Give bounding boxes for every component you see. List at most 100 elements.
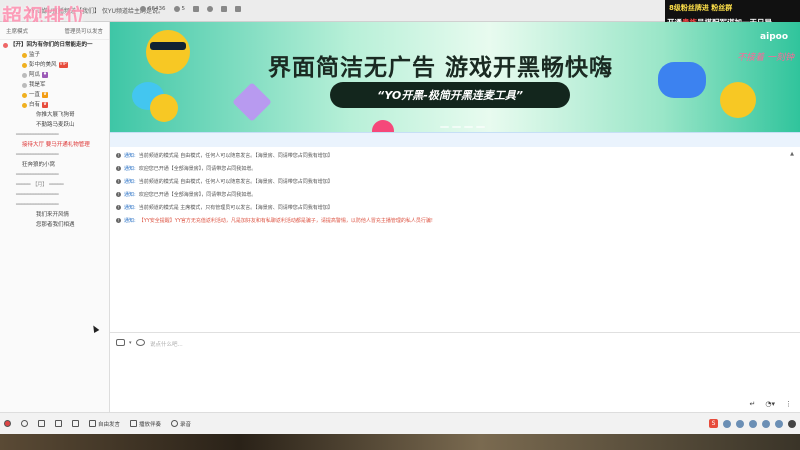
sub-channel-item[interactable]: 不勤路马麦跃山 <box>0 120 109 130</box>
notice-icon: ! <box>116 153 121 158</box>
chat-message: ! 通知: 【YY安全提醒】YY官方无充值返利活动，凡是加好友和有私聊返利活动都… <box>116 218 433 224</box>
tray-icon[interactable] <box>723 419 731 428</box>
record-button[interactable]: 录音 <box>171 420 191 428</box>
user-avatar-icon <box>22 72 27 78</box>
divider: ━━━━━━━━━━━━━━━ <box>16 172 59 178</box>
user-item[interactable]: 白有 ♛ <box>0 100 109 110</box>
composer-toolbar: ▾ <box>116 339 145 346</box>
scroll-arrow-icon[interactable]: ▲ <box>790 151 794 157</box>
bottom-toolbar: 自由发言 播放伴奏 录音 S <box>0 412 800 434</box>
tab-permission[interactable]: 管理员可以发言 <box>64 27 103 35</box>
notice-icon: ! <box>116 218 121 223</box>
volume-button[interactable] <box>55 420 62 427</box>
record-icon <box>171 420 179 427</box>
send-icon[interactable]: ↵ <box>750 400 756 408</box>
room-icon <box>3 42 8 48</box>
chat-bubble-icon[interactable]: ◔▾ <box>765 400 775 408</box>
headset-button[interactable] <box>21 420 28 427</box>
notice-icon: ! <box>116 179 121 184</box>
room-title[interactable]: 【开】回为有你们的日常能走的一 <box>0 40 109 50</box>
sub-channel-item[interactable]: 我们来开风情 <box>0 210 109 220</box>
sunglasses-shades-icon <box>150 42 186 50</box>
tray-icons: S <box>709 419 796 428</box>
sidebar-tabs: 主席模式 管理员可以发言 <box>0 22 109 40</box>
person-icon <box>173 6 180 12</box>
user-item[interactable]: 我是军 <box>0 80 109 90</box>
chat-panel: ▲ ! 通知: 当前频道的模式是 自由模式，任何人可以随意发言。【海景房、同请带… <box>110 132 800 332</box>
music-icon <box>130 420 138 427</box>
member-count: 5 <box>173 6 185 12</box>
sunglasses-emoji-icon <box>146 30 190 74</box>
sub-channel-item[interactable]: ━━━━━ 【月】 ━━━━━ <box>0 180 109 190</box>
user-item[interactable]: 阿瓜 ♦ <box>0 70 109 80</box>
play-accompaniment-button[interactable]: 播放伴奏 <box>130 420 161 428</box>
sub-channel-item[interactable]: 狂奔狼的小窝 <box>0 160 109 170</box>
user-item[interactable]: 一直 ♛ <box>0 90 109 100</box>
notice-icon: ! <box>116 166 121 171</box>
divider: ━━━━━━━━━━━━━━━ <box>16 132 59 138</box>
carousel-dot[interactable] <box>452 126 461 128</box>
tray-icon[interactable] <box>762 419 770 428</box>
avatar-icon <box>4 420 11 427</box>
chat-message: ! 通知: 当前频道的模式是 自由模式，任何人可以随意发言。【海景房、同请带您占… <box>116 179 333 185</box>
audio-settings-button[interactable] <box>72 420 79 427</box>
message-composer: ▾ 说点什么吧... ↵ ◔▾ ⋮ <box>110 332 800 412</box>
channel-sidebar: 主席模式 管理员可以发言 【开】回为有你们的日常能走的一 监子 彭中的美风 VIP… <box>0 22 110 412</box>
chat-message: ! 通知: 当前频道的模式是 自由模式，任何人可以随意发言。【海景房、同请带您占… <box>116 153 333 159</box>
carousel-dot[interactable] <box>464 126 473 128</box>
user-avatar-icon <box>22 102 27 108</box>
volume-icon <box>55 420 62 427</box>
tab-mode[interactable]: 主席模式 <box>6 27 28 35</box>
emoji-icon[interactable] <box>116 339 125 346</box>
input-method-icon[interactable]: S <box>709 419 718 428</box>
user-avatar-icon <box>22 62 27 68</box>
free-speak-button[interactable]: 自由发言 <box>89 420 120 428</box>
sub-channel-item[interactable]: 接待大厅 要马开通礼物管理 <box>0 140 109 150</box>
gear-icon <box>221 6 227 12</box>
message-input[interactable]: 说点什么吧... <box>150 340 183 348</box>
tray-icon[interactable] <box>749 419 757 428</box>
mic-button[interactable] <box>38 420 45 427</box>
background-scene <box>0 434 800 450</box>
banner-title: 界面简洁无广告 游戏开黑畅快嗨 <box>268 55 614 81</box>
sub-channel-item[interactable]: 你推大展飞狗哥 <box>0 110 109 120</box>
heart-icon <box>207 6 213 12</box>
user-avatar-icon <box>22 92 27 98</box>
banner-sticker-2: 不接着 一刻钟 <box>737 53 794 63</box>
gamepad-icon <box>658 62 706 98</box>
settings-icon[interactable] <box>788 419 796 428</box>
chat-message: ! 通知: 欢迎您已开通【全部海景房】，同请带您占同我如增。 <box>116 166 257 172</box>
level-badge: ♛ <box>42 92 49 98</box>
heart-button[interactable] <box>207 6 213 12</box>
user-item[interactable]: 彭中的美风 VIP <box>0 60 109 70</box>
banner-sticker: aipoo <box>760 32 788 42</box>
image-icon[interactable] <box>135 339 145 346</box>
avatar[interactable] <box>4 420 11 427</box>
tray-icon[interactable] <box>775 419 783 428</box>
settings-button[interactable] <box>221 6 227 12</box>
carousel-dot[interactable] <box>440 126 449 128</box>
more-button[interactable] <box>235 6 241 12</box>
more-icon[interactable]: ⋮ <box>785 400 792 408</box>
equalizer-icon <box>72 420 79 427</box>
mic-icon <box>38 420 45 427</box>
carousel-indicator[interactable] <box>440 126 485 128</box>
channel-stats: 66436 5 <box>140 6 241 12</box>
divider: ━━━━━━━━━━━━━━━ <box>16 152 59 158</box>
laughing-emoji-icon <box>720 82 756 118</box>
tray-icon[interactable] <box>736 419 744 428</box>
share-button[interactable] <box>193 6 199 12</box>
sub-channel-item[interactable]: 您那者我们相遇 <box>0 220 109 230</box>
face-emoji-icon <box>150 94 178 122</box>
promo-banner[interactable]: 界面简洁无广告 游戏开黑畅快嗨 “YO开黑-极简开黑连麦工具” aipoo 不接… <box>110 22 800 132</box>
user-avatar-icon <box>22 52 27 58</box>
chat-message: ! 通知: 欢迎您已开通【全部海景房】，同请带您占同我如增。 <box>116 192 257 198</box>
notice-icon: ! <box>116 205 121 210</box>
smile-emoji-icon <box>372 120 394 132</box>
overlay-line1: 8级粉丝牌进 粉丝群 <box>669 4 733 12</box>
user-item[interactable]: 监子 <box>0 50 109 60</box>
chat-header-strip <box>110 133 800 147</box>
chevron-down-icon[interactable]: ▾ <box>129 340 132 346</box>
level-badge: VIP <box>58 62 68 68</box>
carousel-dot[interactable] <box>476 126 485 128</box>
